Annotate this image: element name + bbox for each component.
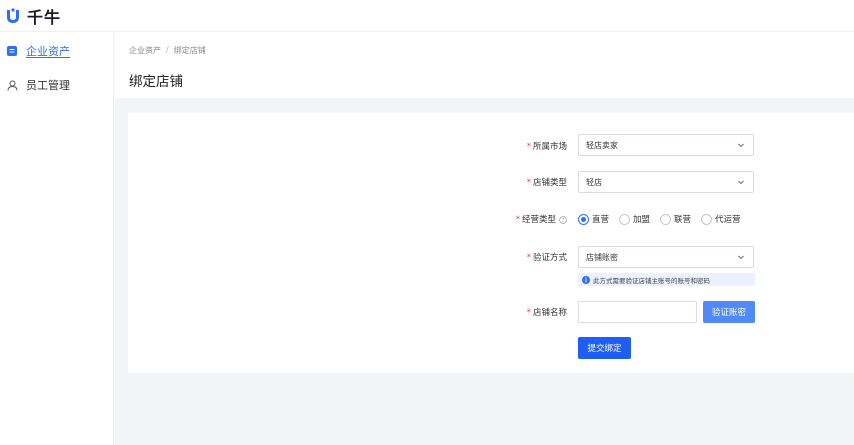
required-mark: *: [526, 253, 531, 263]
sidebar-item-label: 企业资产: [26, 45, 70, 58]
shop-type-select-value: 轻店: [586, 177, 602, 187]
radio-dot: [701, 213, 713, 225]
question-circle-icon[interactable]: ?: [559, 215, 567, 224]
verify-account-button[interactable]: 验证账密: [703, 301, 755, 323]
chevron-down-icon: [737, 253, 745, 261]
radio-dot: [619, 213, 631, 225]
shop-type-label: * 店铺类型: [527, 176, 567, 188]
shop-name-input[interactable]: [578, 301, 697, 323]
verify-method-select-value: 店铺账密: [586, 252, 618, 262]
biz-type-label-text: 经营类型: [521, 215, 556, 225]
page-title: 绑定店铺: [129, 74, 183, 90]
shop-name-label: * 店铺名称: [527, 306, 567, 318]
breadcrumb-item-current: 绑定店铺: [173, 46, 206, 55]
shop-name-label-text: 店铺名称: [532, 308, 567, 318]
radio-dot: [578, 213, 589, 225]
verify-method-select[interactable]: 店铺账密: [578, 246, 754, 268]
biz-type-label: * 经营类型 ?: [516, 213, 567, 225]
sidebar-item-label: 员工管理: [26, 79, 70, 92]
market-label: * 所属市场: [527, 140, 567, 152]
page-header: 企业资产 / 绑定店铺 绑定店铺: [115, 32, 854, 98]
list-square-icon: [6, 45, 18, 57]
market-label-text: 所属市场: [532, 142, 567, 152]
breadcrumb-separator: /: [166, 45, 169, 54]
radio-label: 直营: [592, 215, 610, 225]
main-content: 企业资产 / 绑定店铺 绑定店铺 * 所属市场 轻店卖家 * 店铺类型 轻店 *…: [115, 32, 854, 445]
chevron-down-icon: [737, 178, 745, 186]
market-select[interactable]: 轻店卖家: [578, 134, 754, 156]
required-mark: *: [515, 215, 520, 225]
sidebar-item-enterprise-assets[interactable]: 企业资产: [0, 34, 113, 68]
sidebar: 企业资产 员工管理: [0, 32, 114, 445]
required-mark: *: [526, 142, 531, 152]
shop-type-select[interactable]: 轻店: [578, 171, 754, 193]
sidebar-item-staff-management[interactable]: 员工管理: [0, 68, 113, 102]
shop-type-label-text: 店铺类型: [532, 178, 567, 188]
brand-name: 千牛: [27, 7, 62, 27]
market-select-value: 轻店卖家: [586, 140, 618, 150]
top-bar: 千牛: [0, 0, 854, 32]
qianniu-logo-icon: [5, 8, 21, 24]
verify-notice-text: 此方式需要验证店铺主账号的账号和密码: [593, 276, 710, 285]
required-mark: *: [526, 178, 531, 188]
user-icon: [6, 79, 18, 91]
radio-direct[interactable]: 直营: [578, 213, 609, 225]
radio-label: 加盟: [633, 215, 651, 225]
verify-method-label: * 验证方式: [527, 251, 567, 263]
breadcrumb-item-enterprise-assets[interactable]: 企业资产: [129, 45, 161, 56]
chevron-down-icon: [737, 141, 745, 149]
radio-label: 代运营: [715, 215, 741, 225]
verify-notice: 此方式需要验证店铺主账号的账号和密码: [578, 273, 755, 286]
submit-bind-button[interactable]: 提交绑定: [578, 337, 631, 359]
radio-label: 联营: [674, 215, 692, 225]
radio-dot: [660, 213, 672, 225]
radio-agency[interactable]: 代运营: [701, 213, 741, 225]
svg-text:?: ?: [562, 218, 565, 224]
breadcrumb: 企业资产 / 绑定店铺: [129, 45, 854, 56]
verify-method-label-text: 验证方式: [532, 253, 567, 263]
biz-type-radio-group: 直营 加盟 联营 代运营: [578, 213, 741, 225]
radio-franchise[interactable]: 加盟: [619, 213, 650, 225]
bind-shop-form-card: * 所属市场 轻店卖家 * 店铺类型 轻店 * 经营类型 ? 直营 加盟 联营 …: [128, 113, 854, 373]
required-mark: *: [526, 308, 531, 318]
info-icon: [582, 275, 590, 284]
radio-joint[interactable]: 联营: [660, 213, 691, 225]
